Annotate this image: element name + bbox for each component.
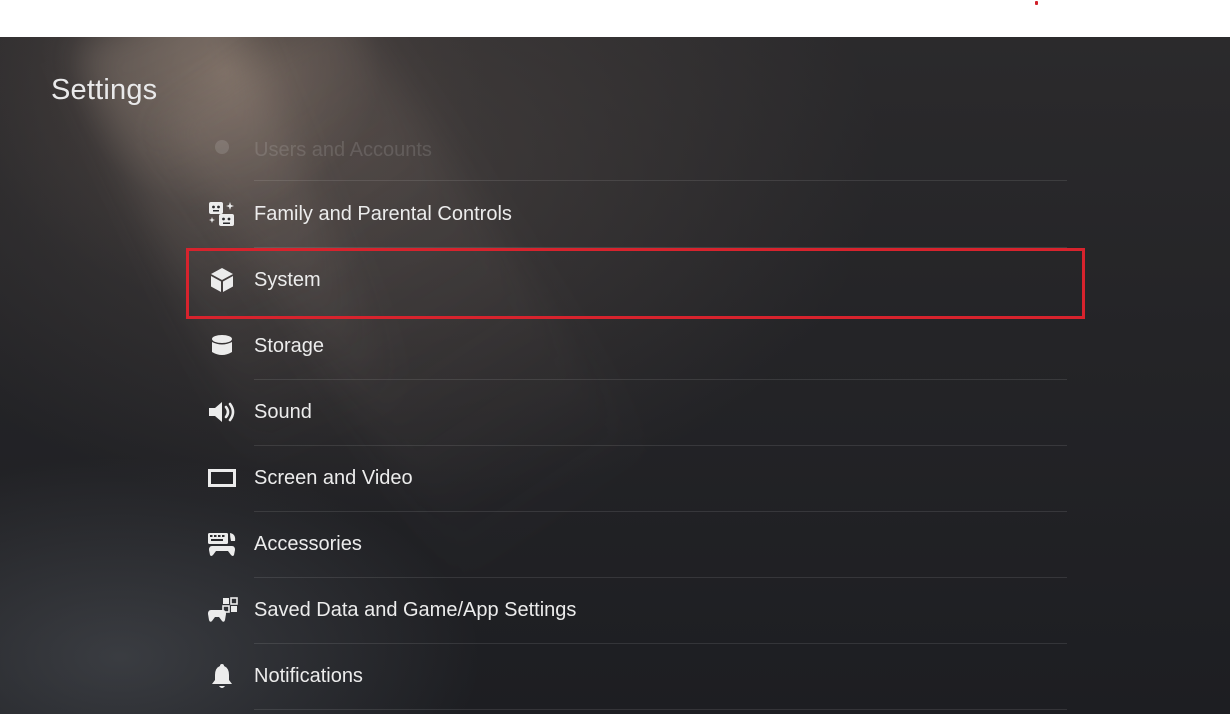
settings-item-system[interactable]: System: [200, 247, 1067, 313]
settings-item-label: Sound: [254, 400, 312, 423]
settings-item-notifications[interactable]: Notifications: [200, 643, 1067, 709]
system-cube-icon: [202, 266, 242, 294]
settings-item-storage[interactable]: Storage: [200, 313, 1067, 379]
settings-list: Users and Accounts Family and Parental C…: [0, 37, 1230, 714]
settings-screen: Settings Users and Accounts Family and P…: [0, 37, 1230, 714]
settings-item-label: Screen and Video: [254, 466, 413, 489]
top-white-strip: [0, 0, 1230, 37]
settings-item-users-and-accounts[interactable]: Users and Accounts: [200, 117, 1067, 183]
family-icon: [202, 200, 242, 228]
settings-item-family-and-parental-controls[interactable]: Family and Parental Controls: [200, 181, 1067, 247]
settings-item-label: Family and Parental Controls: [254, 202, 512, 225]
speaker-icon: [202, 398, 242, 426]
bell-icon: [202, 662, 242, 690]
users-icon: [202, 136, 242, 164]
settings-item-saved-data-and-game-app-settings[interactable]: Saved Data and Game/App Settings: [200, 577, 1067, 643]
settings-item-label: Users and Accounts: [254, 138, 432, 161]
accessories-icon: [202, 530, 242, 558]
settings-item-label: Storage: [254, 334, 325, 357]
list-divider: [254, 709, 1067, 710]
settings-item-screen-and-video[interactable]: Screen and Video: [200, 445, 1067, 511]
settings-item-label: System: [254, 268, 321, 291]
storage-icon: [202, 332, 242, 360]
settings-item-label: Notifications: [254, 664, 363, 687]
red-marker-dot: [1035, 1, 1038, 5]
settings-item-accessories[interactable]: Accessories: [200, 511, 1067, 577]
saved-data-icon: [202, 596, 242, 624]
settings-item-label: Saved Data and Game/App Settings: [254, 598, 577, 621]
settings-item-sound[interactable]: Sound: [200, 379, 1067, 445]
settings-item-label: Accessories: [254, 532, 362, 555]
screen-icon: [202, 464, 242, 492]
